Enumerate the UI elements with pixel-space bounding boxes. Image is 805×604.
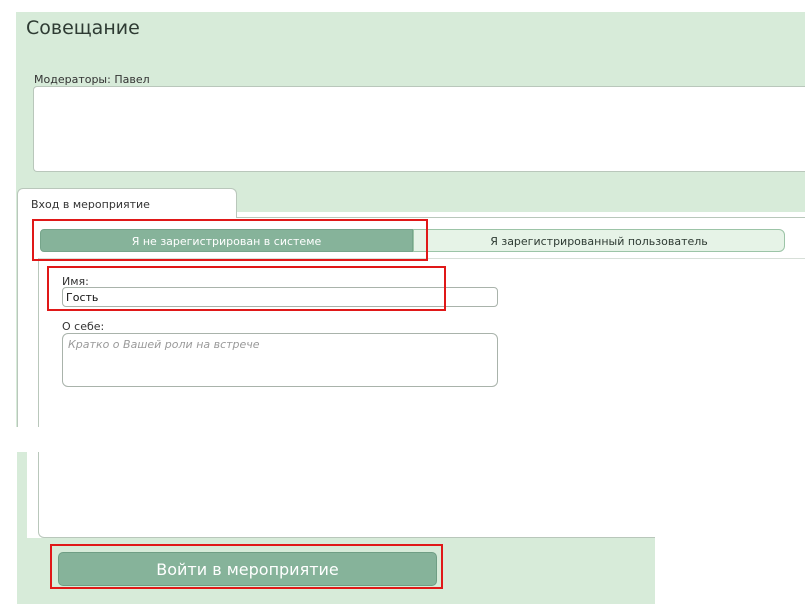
meeting-title: Совещание — [26, 17, 140, 39]
highlight-box-toggle — [32, 219, 428, 261]
moderators-label: Модераторы: Павел — [34, 73, 150, 86]
tab-divider — [236, 217, 805, 218]
tab-entry-label: Вход в мероприятие — [31, 198, 150, 211]
meeting-description-box — [33, 86, 805, 172]
fragment-form-frame — [38, 452, 655, 538]
registered-user-toggle[interactable]: Я зарегистрированный пользователь — [413, 229, 785, 252]
about-label: О себе: — [62, 320, 105, 333]
highlight-box-button — [50, 544, 443, 589]
about-input[interactable] — [62, 333, 498, 387]
highlight-box-name — [47, 266, 446, 311]
